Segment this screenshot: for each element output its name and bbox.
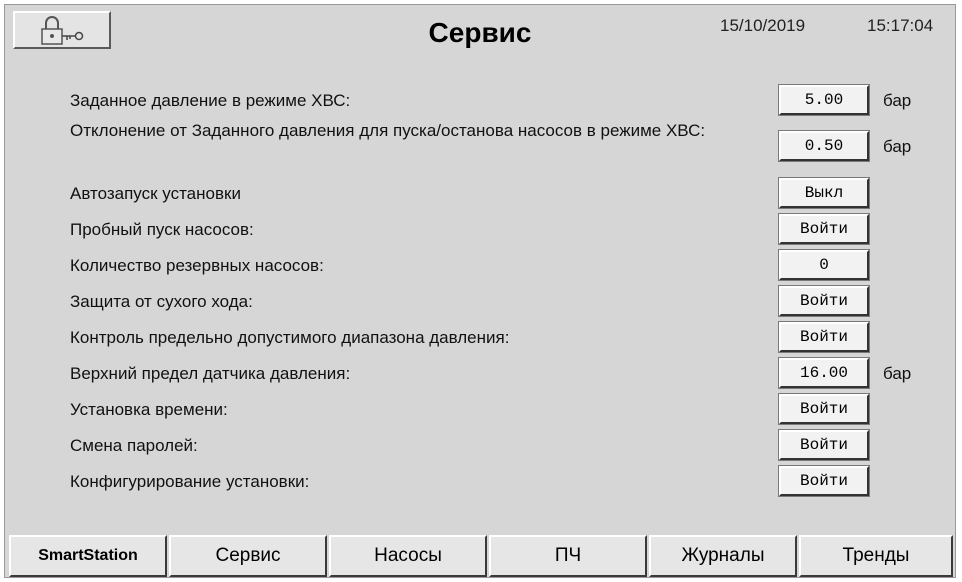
- sensor-upper-limit-value[interactable]: 16.00: [778, 357, 870, 389]
- tab-trends[interactable]: Тренды: [799, 535, 953, 577]
- setting-label: Пробный пуск насосов:: [70, 220, 254, 239]
- setting-label: Заданное давление в режиме ХВС:: [70, 91, 351, 110]
- pressure-deviation-value[interactable]: 0.50: [778, 130, 870, 162]
- autostart-toggle[interactable]: Выкл: [778, 177, 870, 209]
- service-screen: Сервис 15/10/2019 15:17:04 Заданное давл…: [4, 4, 956, 578]
- tab-smartstation[interactable]: SmartStation: [9, 535, 167, 577]
- configuration-enter-button[interactable]: Войти: [778, 465, 870, 497]
- setting-label: Защита от сухого хода:: [70, 292, 253, 311]
- bottom-nav: SmartStation Сервис Насосы ПЧ Журналы Тр…: [5, 535, 955, 579]
- tab-pumps[interactable]: Насосы: [329, 535, 487, 577]
- page-title: Сервис: [428, 17, 532, 48]
- setting-label: Верхний предел датчика давления:: [70, 364, 351, 383]
- time-display: 15:17:04: [867, 16, 934, 35]
- tab-vfd[interactable]: ПЧ: [489, 535, 647, 577]
- time-setup-enter-button[interactable]: Войти: [778, 393, 870, 425]
- dry-run-enter-button[interactable]: Войти: [778, 285, 870, 317]
- unit-label: бар: [883, 137, 912, 156]
- setting-label: Автозапуск установки: [70, 184, 241, 203]
- unit-label: бар: [883, 91, 912, 110]
- header: Сервис 15/10/2019 15:17:04: [5, 5, 955, 63]
- tab-service[interactable]: Сервис: [169, 535, 327, 577]
- unit-label: бар: [883, 364, 912, 383]
- reserve-pumps-value[interactable]: 0: [778, 249, 870, 281]
- pressure-setpoint-value[interactable]: 5.00: [778, 84, 870, 116]
- setting-label: Установка времени:: [70, 400, 228, 419]
- setting-label: Количество резервных насосов:: [70, 256, 324, 275]
- setting-label: Отклонение от Заданного давления для пус…: [70, 121, 706, 140]
- setting-label: Смена паролей:: [70, 436, 198, 455]
- password-change-enter-button[interactable]: Войти: [778, 429, 870, 461]
- tab-logs[interactable]: Журналы: [649, 535, 797, 577]
- setting-label: Конфигурирование установки:: [70, 472, 310, 491]
- pressure-range-enter-button[interactable]: Войти: [778, 321, 870, 353]
- setting-label: Контроль предельно допустимого диапазона…: [70, 328, 510, 347]
- date-display: 15/10/2019: [720, 16, 806, 35]
- test-run-enter-button[interactable]: Войти: [778, 213, 870, 245]
